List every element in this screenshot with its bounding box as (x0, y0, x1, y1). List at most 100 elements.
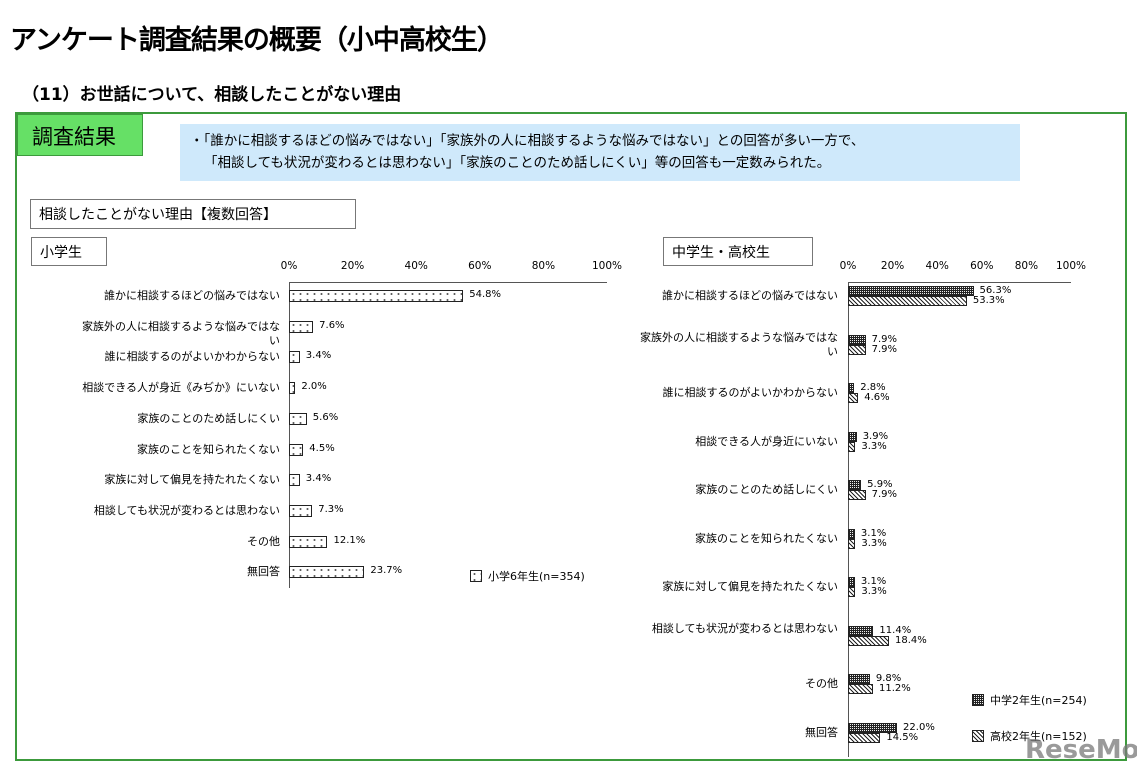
category-label: 誰に相談するのがよいかわからない (662, 386, 838, 399)
bar (848, 431, 857, 442)
x-tick-label: 80% (531, 260, 556, 272)
summary-box: ・「誰かに相談するほどの悩みではない」「家族外の人に相談するような悩みではない」… (180, 124, 1020, 181)
bar (848, 538, 856, 549)
data-label: 14.5% (886, 731, 919, 743)
category-label: 誰かに相談するほどの悩みではない (104, 289, 280, 302)
legend-swatch (972, 730, 984, 742)
data-label: 7.9% (871, 489, 898, 500)
bar (848, 490, 866, 500)
bar (848, 635, 890, 646)
category-label: その他 (247, 534, 280, 548)
category-label: 家族のことを知られたくない (137, 442, 280, 456)
data-label: 54.8% (469, 289, 502, 300)
category-label: 家族に対して偏見を持たれたくない (662, 580, 838, 593)
data-label: 18.4% (895, 634, 927, 646)
data-label: 3.3% (861, 586, 887, 597)
summary-line: ・「誰かに相談するほどの悩みではない」「家族外の人に相談するような悩みではない」… (190, 133, 865, 149)
bar (289, 351, 300, 364)
bar (848, 286, 974, 296)
bar (289, 535, 328, 548)
chart-title-elementary: 小学生 (31, 237, 107, 266)
result-label: 調査結果 (17, 114, 143, 156)
category-label: 家族のことのため話しにくい (695, 483, 838, 496)
bar (848, 296, 967, 306)
data-label: 12.1% (333, 534, 366, 546)
bar (848, 684, 873, 694)
bar (848, 528, 855, 539)
category-label: 相談できる人が身近にいない (695, 434, 838, 448)
category-label: その他 (805, 677, 838, 690)
bar (289, 566, 365, 579)
data-label: 11.2% (878, 683, 911, 694)
x-axis-line (289, 282, 607, 283)
bar (848, 625, 874, 636)
x-tick-label: 60% (970, 260, 994, 272)
legend-swatch (470, 570, 482, 582)
x-tick-label: 20% (880, 260, 905, 272)
category-label: 家族のことを知られたくない (695, 531, 838, 545)
category-label: 家族のことのため話しにくい (137, 411, 280, 425)
data-label: 3.3% (861, 537, 887, 549)
bar (848, 383, 855, 393)
category-label: 家族に対して偏見を持たれたくない (104, 473, 280, 487)
bar (848, 441, 856, 452)
page-title: アンケート調査結果の概要（小中高校生） (10, 25, 504, 56)
bar (848, 577, 855, 587)
data-label: 7.9% (871, 343, 898, 355)
x-tick-label: 0% (280, 260, 298, 272)
legend-item: 中学2年生(n=254) (972, 692, 1087, 708)
bar (289, 474, 300, 487)
chart-heading: 相談したことがない理由【複数回答】 (30, 199, 356, 229)
data-label: 5.6% (312, 411, 339, 423)
data-label: 4.6% (864, 392, 890, 403)
bar (289, 320, 314, 333)
category-label: 無回答 (247, 565, 280, 579)
bar (289, 504, 313, 517)
data-label: 23.7% (370, 565, 403, 577)
data-label: 3.3% (861, 440, 887, 452)
bar (848, 732, 881, 743)
data-label: 4.5% (309, 442, 335, 454)
x-tick-label: 40% (925, 260, 949, 272)
data-label: 2.0% (301, 381, 327, 393)
category-label: 相談しても状況が変わるとは思わない (651, 621, 838, 635)
legend-label: 小学6年生(n=354) (488, 570, 585, 583)
data-label: 7.6% (319, 319, 345, 331)
chart-title-secondary: 中学生・高校生 (663, 237, 813, 266)
section-subtitle: （11）お世話について、相談したことがない理由 (22, 85, 402, 105)
x-tick-label: 40% (404, 260, 428, 272)
bar (848, 674, 870, 684)
x-tick-label: 0% (839, 260, 857, 272)
bar (848, 393, 859, 403)
category-label: 家族外の人に相談するような悩みではない (640, 330, 838, 358)
legend-label: 中学2年生(n=254) (990, 694, 1087, 707)
summary-line: 「相談しても状況が変わるとは思わない」「家族のことのため話しにくい」等の回答も一… (204, 155, 831, 171)
x-tick-label: 100% (591, 260, 623, 272)
category-label: 相談できる人が身近《みぢか》にいない (82, 381, 280, 395)
bar (289, 412, 307, 425)
data-label: 53.3% (972, 295, 1005, 306)
x-tick-label: 60% (468, 260, 492, 272)
category-label: 誰かに相談するほどの悩みではない (662, 289, 838, 302)
x-tick-label: 20% (340, 260, 365, 272)
x-tick-label: 80% (1014, 260, 1039, 272)
data-label: 3.4% (305, 473, 332, 485)
data-label: 7.3% (318, 503, 344, 515)
bar (848, 344, 866, 355)
bar (848, 334, 866, 345)
category-label: 誰に相談するのがよいかわからない (104, 350, 280, 364)
legend-swatch (972, 694, 984, 706)
legend-item: 小学6年生(n=354) (470, 568, 585, 584)
bar (289, 382, 296, 395)
bar (289, 443, 304, 456)
category-label: 家族外の人に相談するような悩みではない (82, 319, 280, 347)
bar (289, 290, 464, 302)
watermark: ReseMom (1025, 735, 1137, 765)
category-label: 無回答 (805, 725, 838, 739)
category-label: 相談しても状況が変わるとは思わない (93, 503, 280, 517)
x-axis-line (848, 282, 1071, 283)
bar (848, 480, 862, 490)
data-label: 3.4% (305, 350, 332, 362)
x-tick-label: 100% (1055, 260, 1087, 272)
bar (848, 587, 856, 597)
